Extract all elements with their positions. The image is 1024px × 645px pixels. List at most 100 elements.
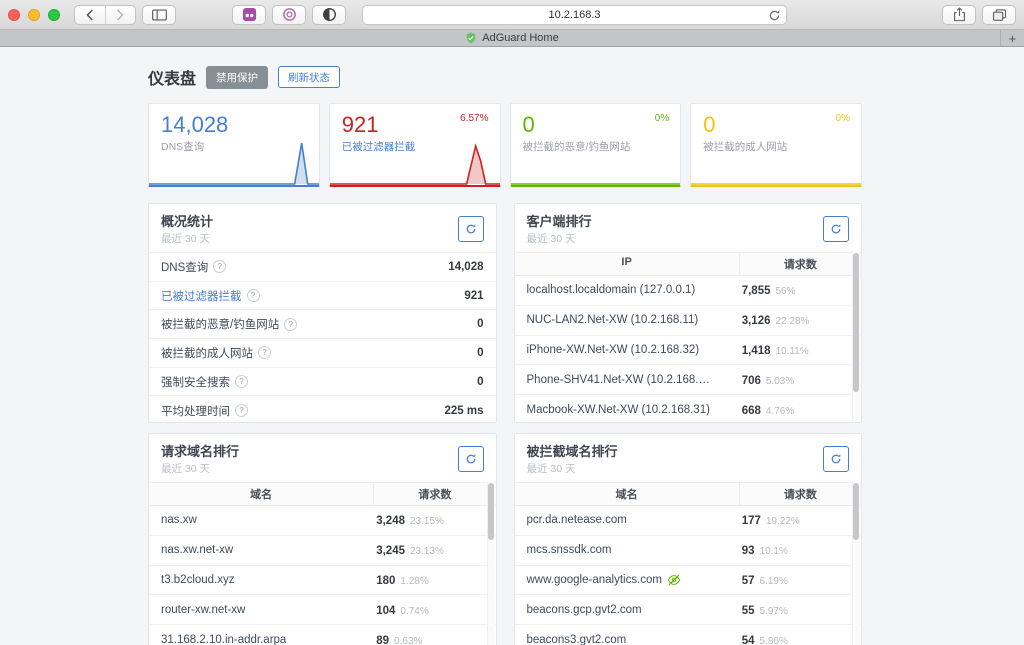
domain-name: nas.xw <box>149 514 374 526</box>
stat-label: 被拦截的成人网站 <box>703 139 849 154</box>
forward-button[interactable] <box>106 6 136 24</box>
dashboard-page: 仪表盘 禁用保护 刷新状态 14,028 DNS查询 921 已被过滤器拦截 6… <box>0 47 1024 645</box>
panel-refresh-button[interactable] <box>458 446 484 472</box>
page-header: 仪表盘 禁用保护 刷新状态 <box>148 65 862 89</box>
help-icon[interactable]: ? <box>213 260 226 273</box>
domain-stats: 1040.74% <box>374 601 495 619</box>
panel-header: 概况统计 最近 30 天 <box>149 204 496 253</box>
panel-title: 客户端排行 <box>527 211 592 230</box>
table-row: beacons.gcp.gvt2.com 555.97% <box>515 595 862 625</box>
stats-row-value: 14,028 <box>448 261 483 273</box>
extension-button-2[interactable] <box>272 5 306 25</box>
table-scrollbar[interactable] <box>852 251 860 421</box>
tab-adguard-home[interactable]: AdGuard Home <box>465 32 558 44</box>
top-blocked-domains-panel: 被拦截域名排行 最近 30 天 域名 请求数 pcr.da.netease.co… <box>514 433 863 645</box>
sidebar-toggle-button[interactable] <box>142 5 176 25</box>
table-row: pcr.da.netease.com 17719.22% <box>515 506 862 536</box>
domain-stats: 3,24823.15% <box>374 511 495 529</box>
stats-row-label-link[interactable]: 已被过滤器拦截? <box>161 288 260 304</box>
table-scrollbar[interactable] <box>852 481 860 645</box>
close-window-button[interactable] <box>8 9 20 21</box>
domain-stats: 545.86% <box>740 631 861 645</box>
chevron-right-icon <box>116 9 124 21</box>
stats-row-value: 0 <box>477 347 483 359</box>
help-icon[interactable]: ? <box>235 404 248 417</box>
stats-row-value: 0 <box>477 318 483 330</box>
tabs-overview-icon <box>992 8 1007 22</box>
column-header-count[interactable]: 请求数 <box>740 483 861 505</box>
new-tab-button[interactable]: + <box>1000 30 1024 46</box>
help-icon[interactable]: ? <box>258 346 271 359</box>
stat-percent: 0% <box>655 113 669 124</box>
column-header-name[interactable]: IP <box>515 253 740 275</box>
client-name: localhost.localdomain (127.0.0.1) <box>515 284 740 296</box>
panel-refresh-button[interactable] <box>458 216 484 242</box>
column-header-name[interactable]: 域名 <box>149 483 374 505</box>
table-row: Phone-SHV41.Net-XW (10.2.168.… 7065.03% <box>515 365 862 395</box>
top-clients-panel: 客户端排行 最近 30 天 IP 请求数 localhost.localdoma… <box>514 203 863 423</box>
share-button[interactable] <box>942 5 976 25</box>
extension-button-1[interactable] <box>232 5 266 25</box>
client-name: Macbook-XW.Net-XW (10.2.168.31) <box>515 404 740 416</box>
window-controls <box>8 9 60 21</box>
domain-name: 31.168.2.10.in-addr.arpa <box>149 634 374 645</box>
stat-label-link[interactable]: 已被过滤器拦截 <box>342 139 488 154</box>
tab-overview-button[interactable] <box>982 5 1016 25</box>
domain-stats: 555.97% <box>740 601 861 619</box>
stat-label: DNS查询 <box>161 139 307 154</box>
table-header: 域名 请求数 <box>149 483 496 506</box>
domain-name: beacons.gcp.gvt2.com <box>515 604 740 616</box>
domain-stats: 17719.22% <box>740 511 861 529</box>
panel-subtitle: 最近 30 天 <box>527 461 618 476</box>
refresh-icon <box>830 453 842 465</box>
panel-header: 请求域名排行 最近 30 天 <box>149 434 496 483</box>
column-header-name[interactable]: 域名 <box>515 483 740 505</box>
table-row: router-xw.net-xw 1040.74% <box>149 595 496 625</box>
table-row: nas.xw.net-xw 3,24523.13% <box>149 536 496 566</box>
stat-value: 0 <box>523 112 669 137</box>
help-icon[interactable]: ? <box>284 318 297 331</box>
stats-row-label: DNS查询? <box>161 259 226 275</box>
panel-title: 概况统计 <box>161 211 213 230</box>
table-header: 域名 请求数 <box>515 483 862 506</box>
client-stats: 7,85556% <box>740 281 861 299</box>
tab-bar: AdGuard Home + <box>0 30 1024 47</box>
panel-refresh-button[interactable] <box>823 446 849 472</box>
refresh-icon <box>830 223 842 235</box>
table-scrollbar[interactable] <box>487 481 495 645</box>
refresh-icon <box>465 223 477 235</box>
dark-mode-extension-icon <box>322 7 337 22</box>
reload-button[interactable] <box>768 9 781 25</box>
disable-protection-button[interactable]: 禁用保护 <box>206 66 268 89</box>
stats-row: 被拦截的恶意/钓鱼网站? 0 <box>149 310 496 339</box>
browser-toolbar: 10.2.168.3 <box>0 0 1024 30</box>
minimize-window-button[interactable] <box>28 9 40 21</box>
table-row: t3.b2cloud.xyz 1801.28% <box>149 566 496 596</box>
panel-refresh-button[interactable] <box>823 216 849 242</box>
panels-row-1: 概况统计 最近 30 天 DNS查询? 14,028 已被过滤器拦截? 921 … <box>148 203 862 423</box>
refresh-status-button[interactable]: 刷新状态 <box>278 66 340 88</box>
table-row: Macbook-XW.Net-XW (10.2.168.31) 6684.76% <box>515 395 862 423</box>
zoom-window-button[interactable] <box>48 9 60 21</box>
help-icon[interactable]: ? <box>235 375 248 388</box>
table-header: IP 请求数 <box>515 253 862 276</box>
help-icon[interactable]: ? <box>247 289 260 302</box>
address-bar[interactable]: 10.2.168.3 <box>362 5 787 25</box>
column-header-count[interactable]: 请求数 <box>374 483 495 505</box>
page-title: 仪表盘 <box>148 65 196 89</box>
stats-row: 强制安全搜索? 0 <box>149 368 496 397</box>
column-header-count[interactable]: 请求数 <box>740 253 861 275</box>
sidebar-icon <box>152 9 167 21</box>
extension-button-3[interactable] <box>312 5 346 25</box>
client-stats: 1,41810.11% <box>740 341 861 359</box>
table-row: nas.xw 3,24823.15% <box>149 506 496 536</box>
domain-name: beacons3.gvt2.com <box>515 634 740 645</box>
table-row: iPhone-XW.Net-XW (10.2.168.32) 1,41810.1… <box>515 336 862 366</box>
domain-name: router-xw.net-xw <box>149 604 374 616</box>
client-name: iPhone-XW.Net-XW (10.2.168.32) <box>515 344 740 356</box>
back-button[interactable] <box>75 6 106 24</box>
stat-value: 14,028 <box>161 112 307 137</box>
domain-name: mcs.snssdk.com <box>515 544 740 556</box>
stats-row-label: 被拦截的成人网站? <box>161 345 271 361</box>
domain-stats: 576.19% <box>740 571 861 589</box>
